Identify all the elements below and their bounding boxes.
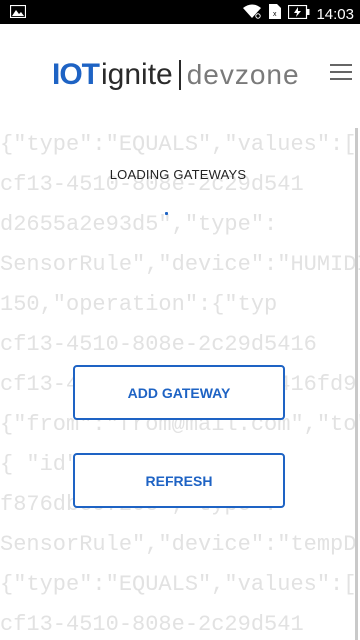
svg-text:x: x — [273, 11, 277, 18]
hamburger-menu-icon[interactable] — [330, 64, 352, 82]
loading-spinner — [165, 212, 168, 215]
background-code-line: SensorRule","device":"HUMIDITY — [0, 252, 360, 277]
add-gateway-button[interactable]: ADD GATEWAY — [73, 365, 285, 420]
background-code-line: 150,"operation":{"typ — [0, 292, 278, 317]
background-code-line: SensorRule","device":"tempD — [0, 532, 357, 557]
logo-devzone-text: devzone — [186, 59, 300, 90]
background-code-line: cf13-4510-808e-2c29d541 — [0, 612, 304, 637]
logo-divider — [178, 60, 181, 90]
scrollbar[interactable] — [355, 128, 358, 640]
status-time: 14:03 — [316, 5, 354, 23]
iotignite-devzone-logo: IOT ignite devzone — [52, 58, 300, 92]
background-code-line: {"type":"EQUALS","values":[ — [0, 572, 357, 597]
image-notification-icon — [9, 4, 27, 23]
logo-ignite-text: ignite — [101, 58, 173, 91]
background-code-line: cf13-4510-808e-2c29d5416 — [0, 332, 317, 357]
loading-gateways-label: LOADING GATEWAYS — [109, 167, 247, 182]
status-bar: x 14:03 — [0, 0, 360, 24]
background-code-line: {"type":"EQUALS","values":[ — [0, 132, 357, 157]
sim-card-icon: x — [268, 3, 282, 25]
background-code-line: d2655a2e93d5","type": — [0, 212, 278, 237]
refresh-button[interactable]: REFRESH — [73, 453, 285, 508]
wifi-icon — [242, 4, 262, 25]
logo-iot-text: IOT — [52, 58, 100, 91]
app-header: IOT ignite devzone — [0, 24, 360, 124]
battery-charging-icon — [288, 4, 310, 24]
